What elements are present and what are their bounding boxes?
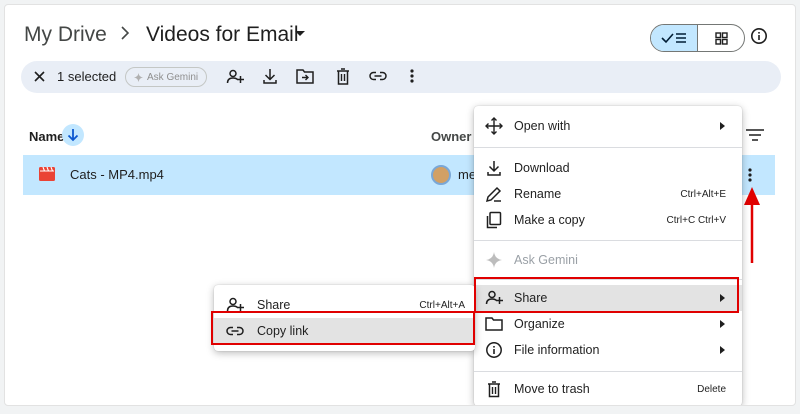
menu-item-make-a-copy[interactable]: Make a copy Ctrl+C Ctrl+V <box>474 207 742 233</box>
trash-icon <box>485 380 503 398</box>
trash-icon[interactable] <box>336 68 350 85</box>
move-icon[interactable] <box>296 68 314 84</box>
video-file-icon <box>39 167 55 181</box>
selected-count: 1 selected <box>57 69 117 84</box>
info-icon <box>485 341 503 359</box>
file-name: Cats - MP4.mp4 <box>70 167 164 182</box>
view-toggle <box>650 24 745 52</box>
breadcrumb-my-drive[interactable]: My Drive <box>24 23 107 47</box>
gemini-icon <box>134 72 143 82</box>
share-icon[interactable] <box>226 68 244 86</box>
submenu-item-label: Share <box>257 298 291 312</box>
annotation-arrow <box>742 185 762 265</box>
menu-item-label: Make a copy <box>514 213 585 227</box>
list-view-button[interactable] <box>651 25 698 51</box>
menu-item-organize[interactable]: Organize <box>474 311 742 337</box>
breadcrumb-current-folder[interactable]: Videos for Email <box>146 23 299 47</box>
menu-item-label: Download <box>514 161 570 175</box>
info-icon[interactable] <box>750 27 768 45</box>
column-header-name[interactable]: Name <box>29 129 64 144</box>
menu-item-shortcut: Ctrl+Alt+E <box>680 188 726 200</box>
close-icon[interactable] <box>33 70 46 83</box>
chevron-right-icon <box>119 26 131 40</box>
menu-item-ask-gemini: Ask Gemini <box>474 247 742 273</box>
copy-icon <box>485 211 503 229</box>
sort-options-icon[interactable] <box>746 129 764 141</box>
context-menu: Open with Download Rename Ctrl+Alt+E Mak… <box>474 106 742 405</box>
submenu-arrow-icon <box>720 346 725 354</box>
menu-item-open-with[interactable]: Open with <box>474 113 742 139</box>
menu-item-label: File information <box>514 343 600 357</box>
download-icon <box>485 159 503 177</box>
menu-item-move-to-trash[interactable]: Move to trash Delete <box>474 376 742 402</box>
menu-item-label: Open with <box>514 119 571 133</box>
menu-divider <box>474 371 742 372</box>
submenu-arrow-icon <box>720 122 725 130</box>
selection-toolbar: 1 selected Ask Gemini <box>21 61 781 93</box>
menu-item-shortcut: Ctrl+C Ctrl+V <box>666 214 726 226</box>
gemini-icon <box>485 251 503 269</box>
more-vert-icon[interactable] <box>748 167 752 183</box>
menu-item-label: Organize <box>514 317 565 331</box>
menu-item-label: Rename <box>514 187 562 201</box>
column-header-owner[interactable]: Owner <box>431 129 471 144</box>
caret-down-icon[interactable] <box>295 31 305 37</box>
menu-item-file-information[interactable]: File information <box>474 337 742 363</box>
menu-item-rename[interactable]: Rename Ctrl+Alt+E <box>474 181 742 207</box>
menu-item-label: Move to trash <box>514 382 590 396</box>
sort-direction-button[interactable] <box>62 124 84 146</box>
menu-item-shortcut: Delete <box>697 383 726 395</box>
drive-window: My Drive Videos for Email 1 selected Ask… <box>4 4 796 406</box>
menu-divider <box>474 147 742 148</box>
link-icon[interactable] <box>369 71 387 81</box>
download-icon[interactable] <box>262 68 278 85</box>
grid-view-button[interactable] <box>698 25 744 51</box>
rename-icon <box>485 185 503 203</box>
more-vert-icon[interactable] <box>410 68 414 84</box>
avatar <box>431 165 451 185</box>
menu-divider <box>474 240 742 241</box>
annotation-box-share <box>474 277 739 313</box>
ask-gemini-label: Ask Gemini <box>147 71 199 83</box>
open-with-icon <box>485 117 503 135</box>
menu-item-label: Ask Gemini <box>514 253 578 267</box>
arrow-down-icon <box>67 128 79 142</box>
organize-icon <box>485 315 503 333</box>
submenu-item-shortcut: Ctrl+Alt+A <box>419 300 465 311</box>
submenu-arrow-icon <box>720 320 725 328</box>
grid-icon <box>714 31 728 45</box>
check-list-icon <box>660 31 688 45</box>
annotation-box-copy-link <box>211 311 475 345</box>
ask-gemini-button[interactable]: Ask Gemini <box>125 67 208 87</box>
menu-item-download[interactable]: Download <box>474 155 742 181</box>
